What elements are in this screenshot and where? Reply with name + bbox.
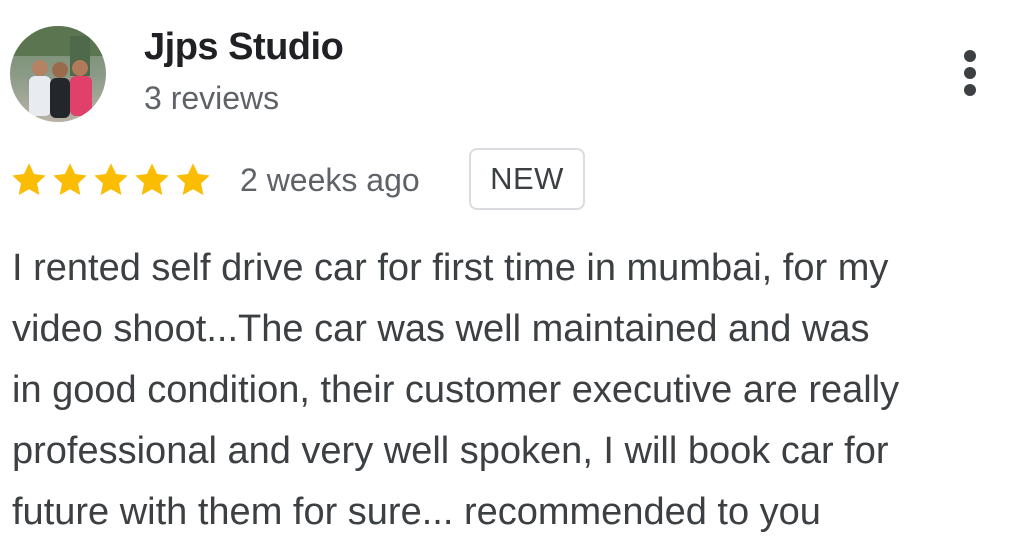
avatar-photo <box>10 26 106 122</box>
star-icon <box>131 159 173 201</box>
review-text-line: I rented self drive car for first time i… <box>12 247 889 289</box>
more-vert-icon <box>964 50 976 62</box>
reviewer-review-count[interactable]: 3 reviews <box>144 78 279 118</box>
more-options-button[interactable] <box>946 40 994 106</box>
new-badge: NEW <box>469 148 585 210</box>
review-text-line: video shoot...The car was well maintaine… <box>12 308 870 350</box>
star-icon <box>8 159 50 201</box>
review-text-line: future with them for sure... recommended… <box>12 491 821 533</box>
review-text-line: professional and very well spoken, I wil… <box>12 430 889 472</box>
reviewer-name[interactable]: Jjps Studio <box>144 24 344 70</box>
star-icon <box>90 159 132 201</box>
star-icon <box>49 159 91 201</box>
star-icon <box>172 159 214 201</box>
star-rating <box>8 158 213 202</box>
more-vert-icon-dot <box>964 67 976 79</box>
more-vert-icon-dot <box>964 84 976 96</box>
reviewer-avatar[interactable] <box>10 26 106 122</box>
review-text-line: in good condition, their customer execut… <box>12 369 900 411</box>
review-time: 2 weeks ago <box>240 162 420 198</box>
review-text: I rented self drive car for first time i… <box>12 238 1016 543</box>
